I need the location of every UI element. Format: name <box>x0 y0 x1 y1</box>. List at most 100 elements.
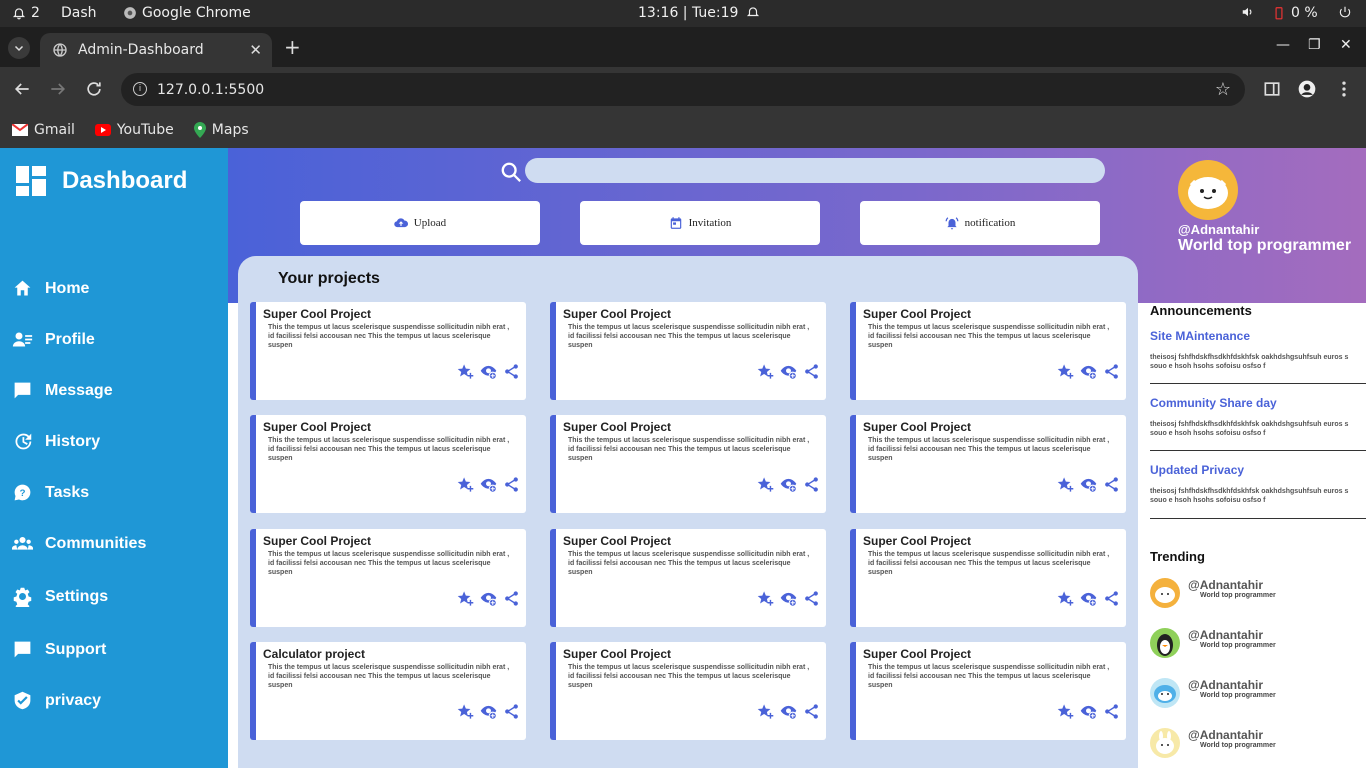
reload-icon[interactable] <box>84 79 104 99</box>
avatar[interactable] <box>1178 160 1238 220</box>
menu-dots-icon[interactable] <box>1334 79 1354 99</box>
project-card[interactable]: Super Cool Project This the tempus ut lac… <box>250 415 526 513</box>
star-add-icon[interactable] <box>457 476 474 493</box>
project-card[interactable]: Super Cool Project This the tempus ut lac… <box>850 302 1126 400</box>
share-icon[interactable] <box>503 363 520 380</box>
site-info-icon[interactable]: i <box>133 82 147 96</box>
notification-button[interactable]: notification <box>860 201 1100 245</box>
share-icon[interactable] <box>1103 363 1120 380</box>
share-icon[interactable] <box>803 590 820 607</box>
project-card[interactable]: Super Cool Project This the tempus ut lac… <box>550 415 826 513</box>
watch-icon[interactable] <box>780 703 797 720</box>
share-icon[interactable] <box>803 363 820 380</box>
star-add-icon[interactable] <box>757 703 774 720</box>
share-icon[interactable] <box>1103 703 1120 720</box>
watch-icon[interactable] <box>480 476 497 493</box>
share-icon[interactable] <box>503 703 520 720</box>
back-icon[interactable] <box>12 79 32 99</box>
sidebar-item-tasks[interactable]: ? Tasks <box>0 467 228 518</box>
minimize-button[interactable]: — <box>1276 37 1290 53</box>
announcement-item[interactable]: Site MAintenance theisosj fshfhdskfhsdkh… <box>1150 329 1366 384</box>
sidebar-item-message[interactable]: Message <box>0 365 228 416</box>
project-card[interactable]: Super Cool Project This the tempus ut lac… <box>850 529 1126 627</box>
announcement-item[interactable]: Updated Privacy theisosj fshfhdskfhsdkhf… <box>1150 463 1366 519</box>
watch-icon[interactable] <box>480 590 497 607</box>
star-add-icon[interactable] <box>1057 363 1074 380</box>
star-add-icon[interactable] <box>457 590 474 607</box>
alarm-icon[interactable] <box>746 5 760 19</box>
notification-indicator[interactable]: 2 <box>12 5 40 21</box>
star-add-icon[interactable] <box>457 363 474 380</box>
project-card[interactable]: Super Cool Project This the tempus ut lac… <box>550 642 826 740</box>
close-window-button[interactable]: ✕ <box>1340 37 1352 53</box>
sidebar-item-history[interactable]: History <box>0 416 228 467</box>
trending-item[interactable]: @Adnantahir World top programmer <box>1150 628 1276 658</box>
star-add-icon[interactable] <box>757 363 774 380</box>
watch-icon[interactable] <box>780 590 797 607</box>
trending-item[interactable]: @Adnantahir World top programmer <box>1150 578 1276 608</box>
invitation-button[interactable]: Invitation <box>580 201 820 245</box>
sidebar-item-settings[interactable]: Settings <box>0 569 228 624</box>
sidebar-item-home[interactable]: Home <box>0 263 228 314</box>
share-icon[interactable] <box>1103 590 1120 607</box>
share-icon[interactable] <box>803 476 820 493</box>
project-card[interactable]: Super Cool Project This the tempus ut lac… <box>850 642 1126 740</box>
bookmark-star-icon[interactable]: ☆ <box>1215 79 1231 100</box>
trending-item[interactable]: @Adnantahir World top programmer <box>1150 678 1276 708</box>
watch-icon[interactable] <box>1080 363 1097 380</box>
watch-icon[interactable] <box>480 703 497 720</box>
star-add-icon[interactable] <box>757 476 774 493</box>
watch-icon[interactable] <box>780 476 797 493</box>
project-card[interactable]: Super Cool Project This the tempus ut lac… <box>550 302 826 400</box>
bookmark-gmail[interactable]: Gmail <box>12 122 75 138</box>
share-icon[interactable] <box>803 703 820 720</box>
upload-button[interactable]: Upload <box>300 201 540 245</box>
project-card[interactable]: Super Cool Project This the tempus ut lac… <box>550 529 826 627</box>
project-card[interactable]: Calculator project This the tempus ut lac… <box>250 642 526 740</box>
browser-tab[interactable]: Admin-Dashboard ✕ <box>40 33 272 67</box>
active-app[interactable]: Dash <box>61 5 97 21</box>
search-icon[interactable] <box>500 161 522 183</box>
share-icon[interactable] <box>503 476 520 493</box>
volume-icon[interactable] <box>1241 5 1255 19</box>
share-icon[interactable] <box>1103 476 1120 493</box>
tab-search-button[interactable] <box>8 37 30 59</box>
clock[interactable]: 13:16 | Tue:19 <box>638 5 738 21</box>
bookmark-maps[interactable]: Maps <box>193 122 249 138</box>
sidebar-item-support[interactable]: Support <box>0 624 228 675</box>
watch-icon[interactable] <box>1080 590 1097 607</box>
watch-icon[interactable] <box>480 363 497 380</box>
maximize-button[interactable]: ❐ <box>1308 37 1321 53</box>
power-icon[interactable] <box>1338 5 1352 19</box>
sidebar-item-privacy[interactable]: privacy <box>0 675 228 726</box>
project-title: Super Cool Project <box>563 534 672 548</box>
share-icon[interactable] <box>503 590 520 607</box>
battery-indicator[interactable]: 0 % <box>1272 5 1318 21</box>
star-add-icon[interactable] <box>757 590 774 607</box>
forward-icon[interactable] <box>48 79 68 99</box>
star-add-icon[interactable] <box>1057 476 1074 493</box>
project-card[interactable]: Super Cool Project This the tempus ut lac… <box>850 415 1126 513</box>
watch-icon[interactable] <box>780 363 797 380</box>
close-tab-icon[interactable]: ✕ <box>249 41 262 59</box>
side-panel-icon[interactable] <box>1262 79 1282 99</box>
announcement-item[interactable]: Community Share day theisosj fshfhdskfhs… <box>1150 396 1366 451</box>
bookmark-youtube[interactable]: YouTube <box>94 122 174 138</box>
project-card[interactable]: Super Cool Project This the tempus ut lac… <box>250 529 526 627</box>
address-bar[interactable]: i 127.0.0.1:5500 ☆ <box>121 73 1245 106</box>
user-profile: @Adnantahir World top programmer <box>1178 160 1351 255</box>
trending-item[interactable]: @Adnantahir World top programmer <box>1150 728 1276 758</box>
sidebar-item-profile[interactable]: Profile <box>0 314 228 365</box>
watch-icon[interactable] <box>1080 703 1097 720</box>
sidebar-item-communities[interactable]: Communities <box>0 518 228 569</box>
project-card[interactable]: Super Cool Project This the tempus ut lac… <box>250 302 526 400</box>
star-add-icon[interactable] <box>457 703 474 720</box>
star-add-icon[interactable] <box>1057 703 1074 720</box>
watch-icon[interactable] <box>1080 476 1097 493</box>
browser-app[interactable]: Google Chrome <box>123 5 251 21</box>
search-input[interactable] <box>525 158 1105 183</box>
profile-avatar-icon[interactable] <box>1297 79 1317 99</box>
new-tab-button[interactable]: + <box>284 35 301 59</box>
brand[interactable]: Dashboard <box>16 166 187 196</box>
star-add-icon[interactable] <box>1057 590 1074 607</box>
